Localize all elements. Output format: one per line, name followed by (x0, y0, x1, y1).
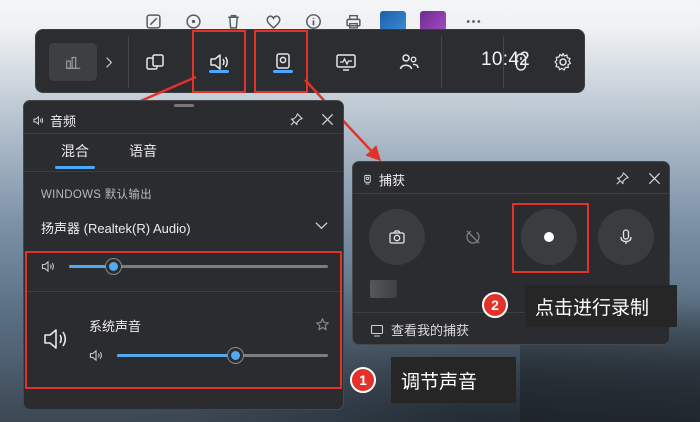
divider (353, 193, 669, 194)
tab-voice[interactable]: 语音 (129, 141, 157, 161)
divider (24, 171, 343, 172)
record-last-icon (466, 230, 480, 244)
screenshot-button[interactable] (369, 209, 425, 265)
home-widget-icon (65, 56, 81, 69)
output-device-dropdown[interactable] (311, 215, 331, 235)
close-icon (648, 172, 660, 184)
view-captures-label: 查看我的捕获 (391, 323, 470, 338)
close-button[interactable] (317, 109, 337, 129)
output-device-name: 扬声器 (Realtek(R) Audio) (41, 221, 191, 236)
microphone-icon (620, 229, 632, 244)
home-widget-button[interactable] (49, 43, 97, 81)
chevron-right-icon (106, 56, 113, 68)
capture-panel-title: 捕获 (379, 173, 406, 188)
mouse-button[interactable] (502, 43, 540, 81)
capture-highlight-box (254, 30, 308, 93)
volume-highlight-box (25, 251, 342, 389)
speaker-icon (33, 115, 44, 126)
gear-icon (554, 52, 572, 71)
performance-icon (146, 54, 164, 70)
tab-mix[interactable]: 混合 (55, 141, 95, 169)
audio-panel-header: 音频 (33, 111, 76, 130)
game-bar: 10:42 (35, 29, 585, 93)
audio-tabs: 混合 语音 (55, 141, 157, 169)
divider (128, 36, 129, 88)
screenshot-icon (389, 230, 405, 244)
record-last-button[interactable] (445, 209, 501, 265)
microphone-button[interactable] (598, 209, 654, 265)
chevron-down-icon (314, 221, 328, 229)
capture-thumbnail[interactable] (370, 280, 397, 298)
pin-icon (615, 171, 629, 185)
resources-widget-button[interactable] (327, 43, 365, 81)
close-button[interactable] (644, 168, 664, 188)
divider (24, 133, 343, 134)
capture-panel-header: 捕获 (362, 170, 405, 189)
output-section-label: WINDOWS 默认输出 (41, 189, 152, 201)
performance-widget-button[interactable] (136, 43, 174, 81)
settings-button[interactable] (544, 43, 582, 81)
pin-button[interactable] (612, 168, 632, 188)
gallery-icon (370, 324, 384, 337)
audio-panel-title: 音频 (50, 114, 77, 129)
audio-highlight-box (192, 30, 246, 93)
step-badge-2: 2 (482, 292, 508, 318)
expand-arrow-button[interactable] (101, 50, 117, 74)
pin-button[interactable] (286, 109, 306, 129)
people-icon (399, 54, 419, 70)
divider (441, 36, 442, 88)
capture-icon (364, 174, 371, 185)
pin-icon (289, 112, 303, 126)
close-icon (321, 113, 333, 125)
callout-record: 点击进行录制 (525, 285, 677, 327)
mouse-icon (515, 53, 527, 71)
callout-volume: 调节声音 (391, 357, 516, 403)
monitor-icon (336, 54, 356, 71)
view-captures-link[interactable]: 查看我的捕获 (370, 320, 469, 339)
record-highlight-box (512, 203, 589, 273)
drag-handle[interactable] (173, 104, 194, 107)
social-widget-button[interactable] (390, 43, 428, 81)
step-badge-1: 1 (350, 367, 376, 393)
